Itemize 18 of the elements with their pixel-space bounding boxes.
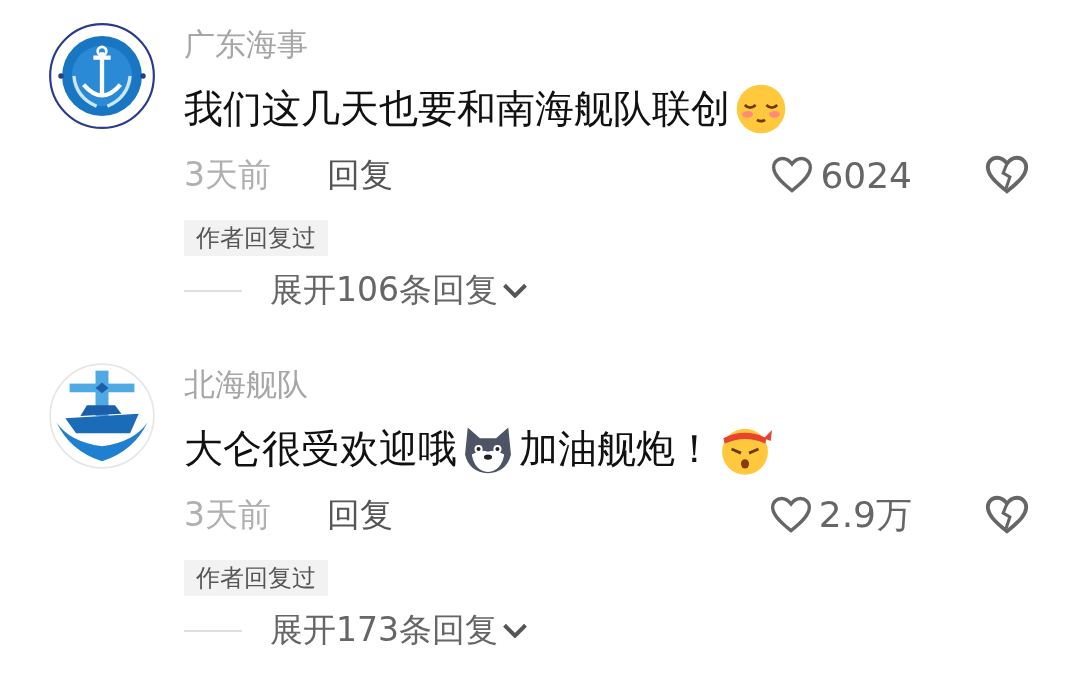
expand-replies-button[interactable]: 展开106条回复 [270, 268, 528, 313]
chevron-down-icon [502, 623, 528, 638]
author-replied-tag: 作者回复过 [184, 220, 328, 256]
comment-text: 我们这几天也要和南海舰队联创 [184, 85, 730, 133]
ship-emblem-icon[interactable] [48, 362, 156, 470]
comment-text: 大仑很受欢迎哦 [184, 425, 457, 473]
chevron-down-icon [502, 283, 528, 298]
like-button[interactable]: 2.9万 [768, 490, 912, 540]
smiling-face-icon [734, 82, 788, 136]
expand-replies-button[interactable]: 展开173条回复 [270, 608, 528, 653]
reply-button[interactable]: 回复 [327, 492, 393, 538]
comment-text: 加油舰炮！ [519, 425, 714, 473]
reply-button[interactable]: 回复 [327, 152, 393, 198]
author-replied-tag: 作者回复过 [184, 560, 328, 596]
timestamp: 3天前 [184, 153, 271, 196]
anchor-emblem-icon[interactable] [48, 22, 156, 130]
like-button[interactable]: 6024 [770, 153, 912, 197]
timestamp: 3天前 [184, 493, 271, 536]
